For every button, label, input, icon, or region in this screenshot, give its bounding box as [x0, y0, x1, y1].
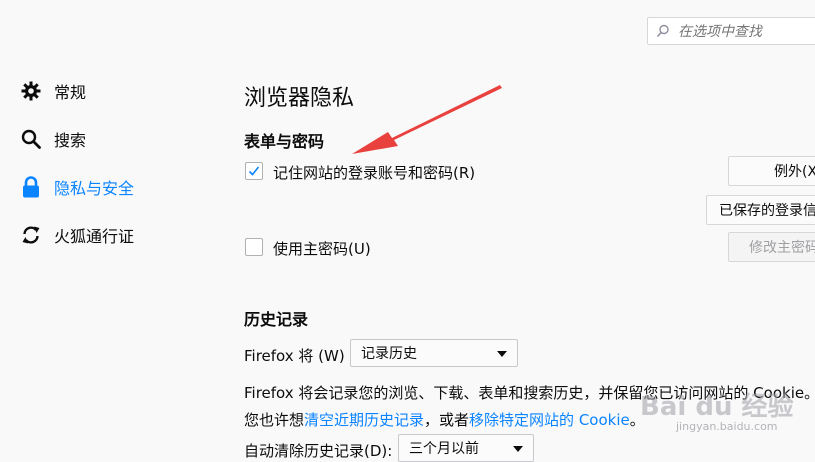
sidebar-item-label: 常规 — [54, 83, 87, 102]
master-password-checkbox[interactable] — [245, 238, 263, 256]
suggestion-prefix: 您也许想 — [244, 411, 305, 429]
auto-clear-select[interactable]: 三个月以前 — [398, 434, 534, 462]
suggestion-or: ，或者 — [424, 411, 470, 429]
auto-clear-value: 三个月以前 — [409, 441, 479, 457]
search-icon — [656, 24, 669, 38]
master-password-label[interactable]: 使用主密码(U) — [273, 238, 371, 259]
gear-icon — [20, 80, 42, 102]
chevron-down-icon — [497, 351, 507, 357]
saved-logins-button[interactable]: 已保存的登录信 — [706, 195, 815, 225]
history-heading: 历史记录 — [244, 310, 309, 329]
history-suggestion: 您也许想清空近期历史记录，或者移除特定网站的 Cookie。 — [244, 409, 645, 430]
auto-clear-label: 自动清除历史记录(D): — [244, 442, 393, 460]
search-input[interactable] — [676, 22, 815, 42]
forms-heading: 表单与密码 — [244, 132, 325, 151]
watermark-url: jingyan.baidu.com — [676, 420, 778, 433]
clear-recent-history-link[interactable]: 清空近期历史记录 — [304, 411, 424, 429]
sidebar-item-sync[interactable]: 火狐通行证 — [20, 220, 134, 250]
sidebar-item-label: 隐私与安全 — [54, 179, 135, 198]
remember-logins-checkbox[interactable] — [245, 162, 263, 180]
exceptions-button[interactable]: 例外(X — [728, 156, 815, 186]
search-box[interactable] — [647, 17, 815, 45]
change-master-password-button[interactable]: 修改主密码 — [728, 232, 815, 262]
history-mode-label: Firefox 将 (W) — [244, 347, 345, 365]
lock-icon — [20, 176, 42, 198]
sync-icon — [20, 224, 42, 246]
chevron-down-icon — [513, 446, 523, 452]
remember-logins-label[interactable]: 记住网站的登录账号和密码(R) — [273, 162, 475, 183]
sidebar-item-label: 搜索 — [54, 131, 87, 150]
sidebar-item-label: 火狐通行证 — [54, 227, 135, 246]
sidebar-item-general[interactable]: 常规 — [20, 76, 86, 106]
remove-cookies-link[interactable]: 移除特定网站的 Cookie — [469, 411, 630, 429]
sidebar-item-privacy[interactable]: 隐私与安全 — [20, 172, 134, 202]
sidebar-item-search[interactable]: 搜索 — [20, 124, 86, 154]
watermark-logo: Bai du 经验 — [640, 392, 794, 422]
search-icon — [20, 128, 42, 150]
annotation-arrow — [352, 85, 502, 154]
history-mode-select[interactable]: 记录历史 — [350, 339, 518, 367]
history-mode-value: 记录历史 — [361, 346, 417, 362]
checkmark-icon — [248, 166, 260, 176]
